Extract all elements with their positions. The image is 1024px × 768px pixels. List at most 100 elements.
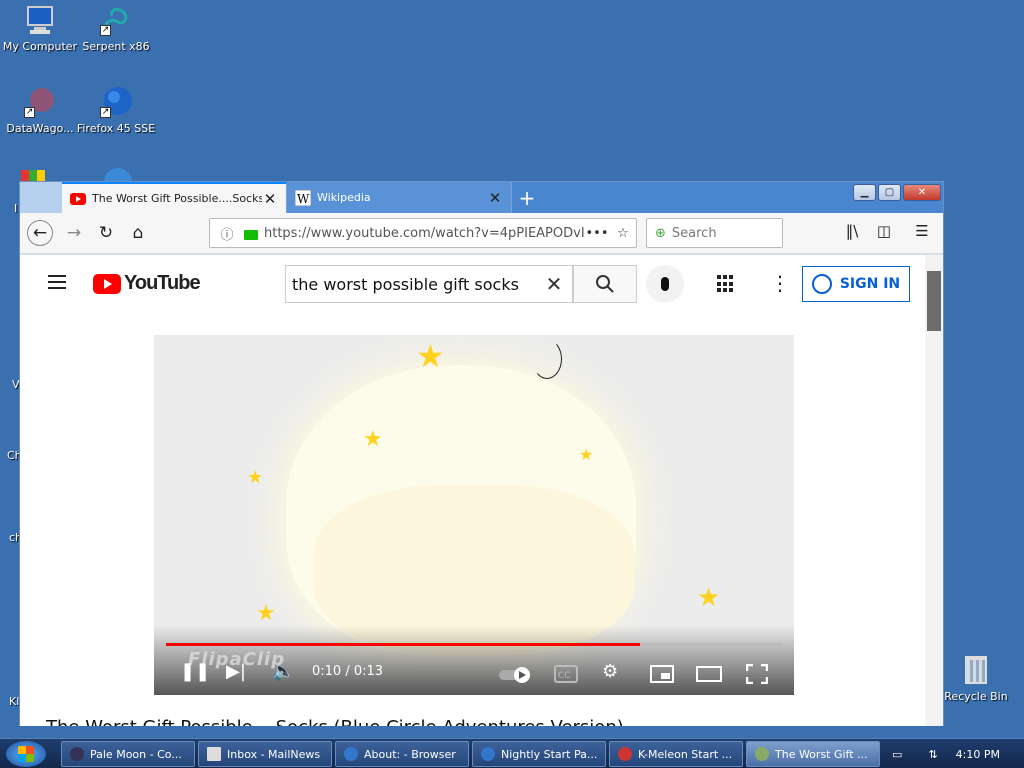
desktop-icon-label: Serpent x86	[82, 40, 150, 53]
nightly-icon	[481, 747, 495, 761]
url-bar[interactable]: ⓘ https://www.youtube.com/watch?v=4pPIEA…	[209, 218, 637, 248]
taskbar-item-k-meleon[interactable]: K-Meleon Start ...	[609, 741, 743, 767]
desktop-icon-label: Recycle Bin	[944, 690, 1008, 703]
sign-in-label: SIGN IN	[839, 276, 901, 292]
desktop-icon-recycle-bin[interactable]: Recycle Bin	[944, 656, 1008, 703]
tab-strip-spacer	[20, 182, 62, 213]
app-icon	[17, 168, 47, 182]
menu-icon[interactable]: ☰	[910, 222, 934, 246]
guide-menu-icon[interactable]	[48, 275, 66, 289]
tab-wikipedia[interactable]: W Wikipedia ✕	[287, 182, 512, 213]
forward-button[interactable]: →	[61, 220, 87, 246]
youtube-favicon-icon	[70, 192, 86, 205]
desktop-icon-label: Firefox 45 SSE	[76, 122, 156, 135]
url-text[interactable]: https://www.youtube.com/watch?v=4pPIEAPO…	[264, 226, 584, 241]
network-icon[interactable]: ⇅	[928, 748, 937, 761]
forward-arrow-icon: →	[66, 223, 82, 243]
apps-grid-icon[interactable]	[717, 275, 735, 293]
taskbar-item-worst-gift[interactable]: The Worst Gift ...	[746, 741, 880, 767]
clear-search-icon[interactable]: ✕	[536, 272, 572, 296]
search-placeholder: Search	[671, 225, 717, 241]
svg-text:W: W	[297, 192, 310, 206]
partial-desktop-label: Kl	[9, 695, 20, 708]
taskbar-item-mailnews[interactable]: Inbox - MailNews	[198, 741, 332, 767]
serpent-icon: ↗	[100, 4, 132, 36]
clock[interactable]: 4:10 PM	[956, 748, 1000, 761]
youtube-play-logo-icon	[93, 273, 121, 294]
desktop-icon-serpent[interactable]: ↗ Serpent x86	[76, 4, 156, 53]
close-window-button[interactable]: ✕	[903, 184, 941, 201]
star-shape: ★	[579, 445, 594, 464]
theater-mode-icon	[696, 666, 722, 682]
star-shape: ★	[363, 427, 383, 452]
video-player[interactable]: ★ ★ ★ ★ ★ ★ FlipaClip ❚❚ ▶| 🔈 0:10 / 0:1…	[154, 335, 794, 695]
info-icon[interactable]: ⓘ	[216, 224, 238, 243]
desktop-icon-label: My Computer	[2, 40, 78, 53]
progress-bar[interactable]	[166, 643, 782, 646]
next-icon: ▶|	[226, 661, 246, 682]
tab-close-icon[interactable]: ✕	[262, 190, 278, 208]
page-content: YouTube the worst possible gift socks ✕ …	[20, 255, 925, 726]
more-options-icon[interactable]: ⋮	[770, 271, 790, 295]
pause-button[interactable]: ❚❚	[180, 661, 210, 682]
desktop-icon-my-computer[interactable]: My Computer	[0, 4, 80, 53]
minimize-button[interactable]: ▁	[853, 184, 876, 201]
keyboard-icon[interactable]: ▭	[892, 748, 902, 761]
star-shape: ★	[247, 467, 264, 488]
start-button[interactable]	[6, 741, 46, 767]
home-button[interactable]: ⌂	[125, 220, 151, 246]
library-icon[interactable]: ‖\	[840, 222, 864, 246]
settings-button[interactable]: ⚙	[602, 661, 618, 682]
next-button[interactable]: ▶|	[226, 661, 246, 682]
sidebar-icon[interactable]: ◫	[872, 222, 896, 246]
maximize-button[interactable]: ▢	[878, 184, 901, 201]
back-button[interactable]: ←	[27, 220, 53, 246]
youtube-header: YouTube the worst possible gift socks ✕ …	[20, 255, 925, 311]
shortcut-arrow-icon: ↗	[100, 25, 111, 36]
new-tab-button[interactable]: +	[512, 182, 542, 213]
star-shape: ★	[256, 601, 276, 626]
taskbar-item-nightly[interactable]: Nightly Start Pa...	[472, 741, 606, 767]
taskbar-item-label: Nightly Start Pa...	[501, 747, 598, 761]
taskbar-item-pale-moon[interactable]: Pale Moon - Co...	[61, 741, 195, 767]
home-icon: ⌂	[132, 223, 144, 243]
youtube-search-button[interactable]	[573, 265, 637, 303]
captions-button[interactable]: CC	[554, 665, 578, 688]
browser-app-icon	[755, 747, 769, 761]
scrollbar-thumb[interactable]	[927, 271, 941, 331]
firefox-icon: ↗	[100, 86, 132, 118]
search-bar[interactable]: ⊕ Search	[646, 218, 783, 248]
player-controls: ❚❚ ▶| 🔈 0:10 / 0:13 CC ⚙	[154, 655, 794, 691]
mail-icon	[207, 747, 221, 761]
autoplay-toggle[interactable]	[498, 667, 534, 688]
volume-button[interactable]: 🔈	[272, 661, 294, 682]
reload-button[interactable]: ↻	[93, 220, 119, 246]
partial-desktop-label: I	[14, 202, 18, 215]
tab-close-icon[interactable]: ✕	[487, 189, 503, 207]
tab-youtube[interactable]: The Worst Gift Possible....Socks ✕	[62, 182, 287, 213]
page-actions-icon[interactable]: •••	[584, 226, 610, 241]
theater-mode-button[interactable]	[696, 665, 722, 688]
taskbar-item-label: The Worst Gift ...	[775, 747, 868, 761]
sign-in-button[interactable]: SIGN IN	[802, 266, 910, 302]
youtube-logo[interactable]: YouTube	[93, 272, 201, 295]
desktop-icon-datawagon[interactable]: ↗ DataWago...	[0, 86, 80, 135]
navigation-toolbar: ← → ↻ ⌂ ⓘ https://www.youtube.com/watch?…	[20, 213, 943, 254]
system-tray: ▭ ⇅ 4:10 PM	[892, 739, 1024, 768]
desktop-icon-firefox[interactable]: ↗ Firefox 45 SSE	[76, 86, 156, 135]
fullscreen-icon	[745, 663, 769, 685]
bookmark-star-icon[interactable]: ☆	[610, 226, 636, 241]
tab-title: Wikipedia	[317, 191, 371, 204]
browser-window: The Worst Gift Possible....Socks ✕ W Wik…	[19, 181, 944, 726]
voice-search-button[interactable]	[646, 265, 684, 303]
youtube-search-input[interactable]: the worst possible gift socks ✕	[285, 265, 573, 303]
pale-moon-icon	[70, 747, 84, 761]
account-icon	[811, 274, 832, 294]
miniplayer-button[interactable]	[650, 665, 674, 688]
page-scrollbar[interactable]	[925, 255, 943, 726]
gear-icon: ⚙	[602, 661, 619, 682]
fullscreen-button[interactable]	[745, 663, 769, 689]
wikipedia-favicon-icon: W	[295, 189, 311, 206]
taskbar-item-browser[interactable]: About: - Browser	[335, 741, 469, 767]
pause-icon: ❚❚	[180, 661, 211, 682]
